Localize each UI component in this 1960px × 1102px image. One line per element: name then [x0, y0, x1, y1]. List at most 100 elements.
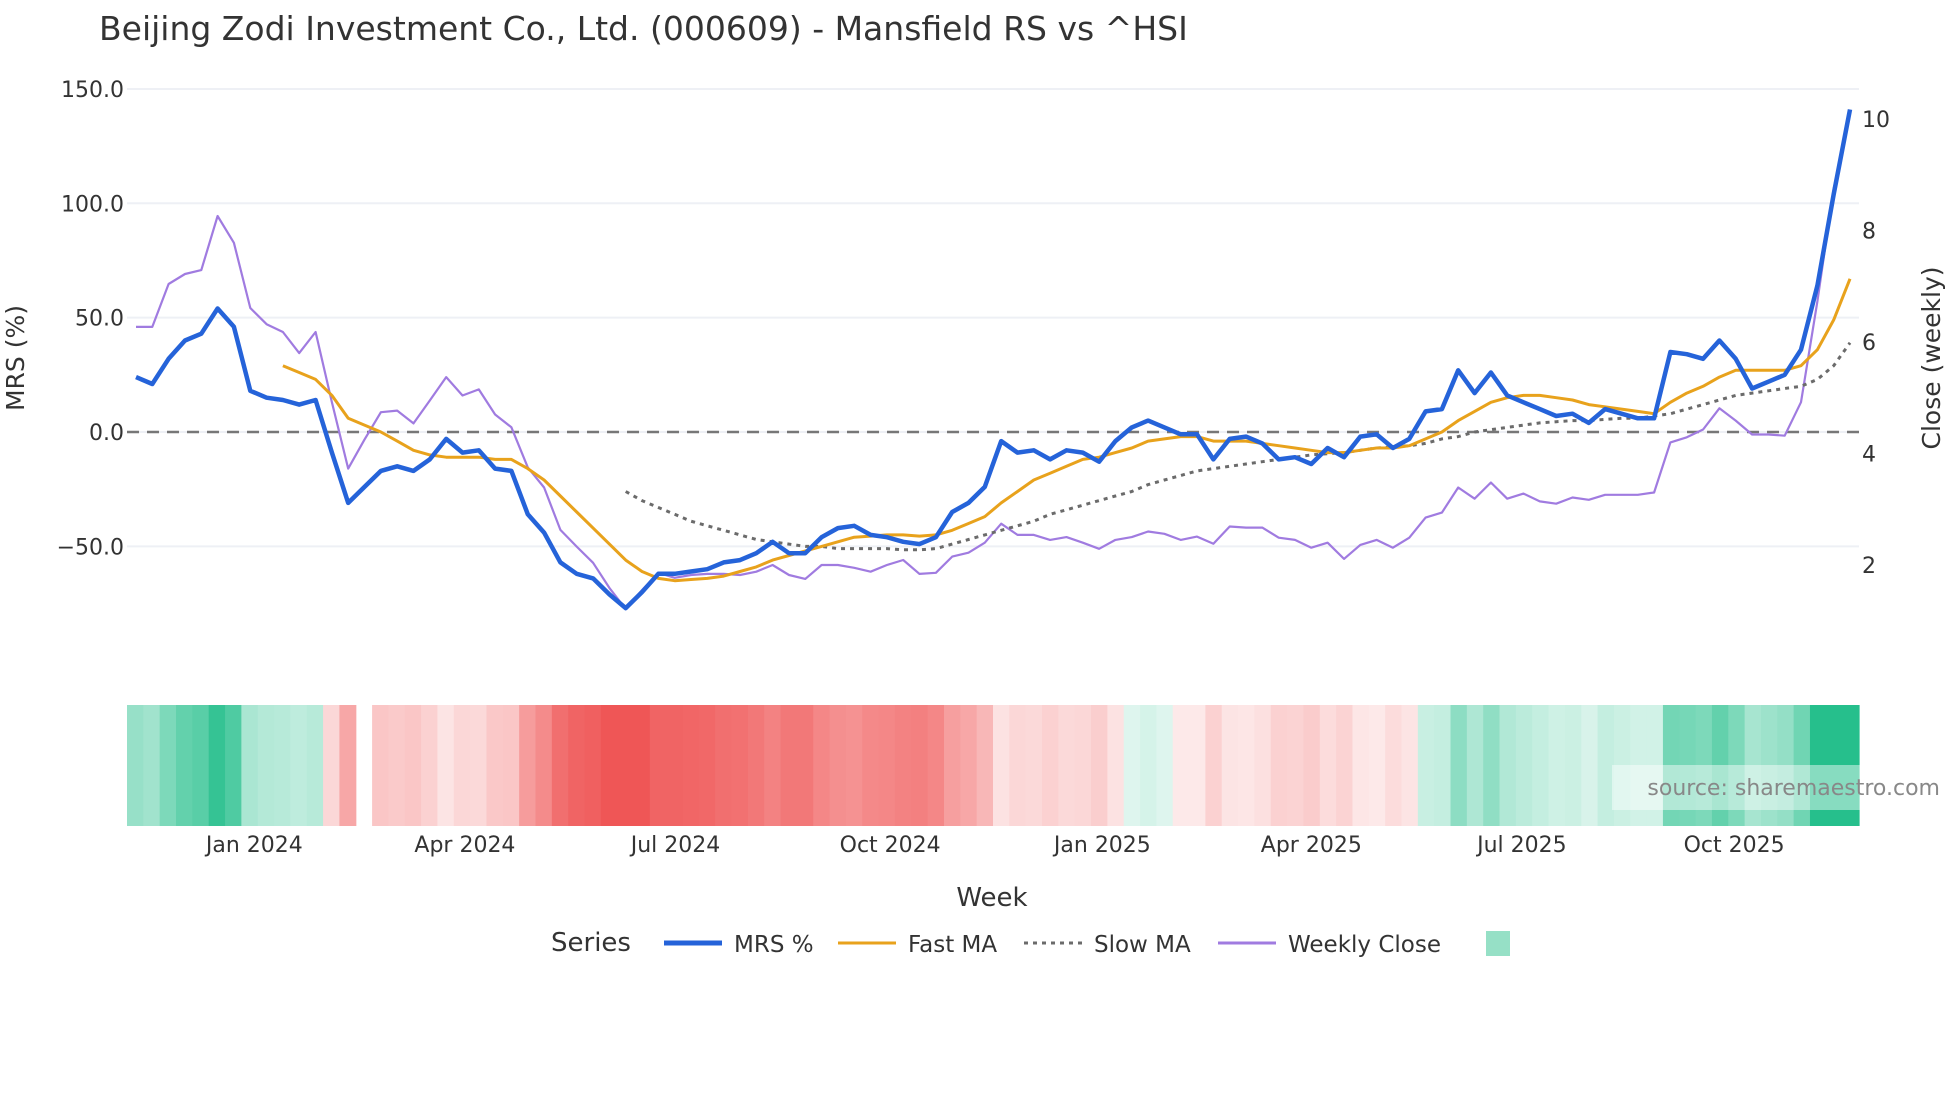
- heatmap-cell: [731, 705, 749, 826]
- heatmap-cell: [943, 705, 961, 826]
- heatmap-cell: [1303, 705, 1321, 826]
- heatmap-cell: [1352, 705, 1370, 826]
- heatmap-cell: [1401, 705, 1419, 826]
- series-lines: [135, 109, 1853, 611]
- heatmap-cell: [1058, 705, 1076, 826]
- legend-label: Fast MA: [908, 932, 997, 958]
- heatmap-cell: [1417, 705, 1435, 826]
- heatmap-cell: [1238, 705, 1256, 826]
- mansfield-rs-chart: Beijing Zodi Investment Co., Ltd. (00060…: [1, 9, 1946, 958]
- y2-axis-title: Close (weekly): [1917, 267, 1946, 450]
- heatmap-cell: [1450, 705, 1468, 826]
- heatmap-cell: [829, 705, 847, 826]
- heatmap-cell: [1009, 705, 1027, 826]
- heatmap-cell: [1025, 705, 1043, 826]
- heatmap-cell: [715, 705, 733, 826]
- heatmap-cell: [1564, 705, 1582, 826]
- heatmap-cell: [225, 705, 242, 826]
- heatmap-cell: [1140, 705, 1157, 826]
- x-axis-ticks: Jan 2024 Apr 2024 Jul 2024 Oct 2024 Jan 2025…: [204, 833, 1785, 858]
- heatmap-cell: [502, 705, 520, 826]
- heatmap-cell: [1532, 705, 1550, 826]
- y-tick-label: 100.0: [61, 192, 124, 217]
- x-axis-title: Week: [956, 883, 1027, 913]
- heatmap-cell: [1483, 705, 1501, 826]
- heatmap-cell: [192, 705, 210, 826]
- heatmap-cell: [1336, 705, 1354, 826]
- y2-tick-label: 10: [1862, 108, 1890, 133]
- heatmap-cell: [1368, 705, 1386, 826]
- legend: Series MRS % Fast MA Slow MA Weekly Close: [551, 928, 1510, 958]
- heatmap-cell: [1319, 705, 1337, 826]
- heatmap-cell: [1515, 705, 1533, 826]
- heatmap-cell: [1107, 705, 1125, 826]
- y2-tick-label: 4: [1862, 443, 1876, 468]
- legend-label: Weekly Close: [1288, 932, 1441, 958]
- heatmap-cell: [960, 705, 978, 826]
- heatmap-cell: [666, 705, 684, 826]
- heatmap-cell: [845, 705, 863, 826]
- heatmap-cell: [127, 705, 144, 826]
- heatmap-cell: [1189, 705, 1207, 826]
- heatmap-cell: [1074, 705, 1092, 826]
- heatmap-cell: [911, 705, 929, 826]
- heatmap-cell: [747, 705, 765, 826]
- heatmap-strip: [127, 705, 1942, 826]
- heatmap-cell: [894, 705, 912, 826]
- heatmap-cell: [1042, 705, 1059, 826]
- heatmap-cell: [486, 705, 504, 826]
- heatmap-cell: [290, 705, 308, 826]
- y2-tick-label: 2: [1862, 554, 1876, 579]
- y2-axis-ticks: 2 4 6 8 10: [1862, 108, 1890, 579]
- heatmap-cell: [584, 705, 602, 826]
- heatmap-cell: [1254, 705, 1272, 826]
- heatmap-cell: [470, 705, 488, 826]
- heatmap-cell: [257, 705, 275, 826]
- y-axis-ticks: −50.0 0.0 50.0 100.0 150.0: [57, 78, 124, 560]
- x-tick-label: Oct 2024: [840, 833, 941, 858]
- heatmap-cell: [1091, 705, 1108, 826]
- heatmap-cell: [388, 705, 406, 826]
- x-tick-label: Jan 2024: [204, 833, 303, 858]
- x-tick-label: Jan 2025: [1052, 833, 1151, 858]
- heatmap-cell: [682, 705, 700, 826]
- heatmap-cell: [453, 705, 471, 826]
- heatmap-cell: [927, 705, 945, 826]
- y2-tick-label: 8: [1862, 220, 1876, 245]
- heatmap-cell: [159, 705, 177, 826]
- heatmap-cell: [208, 705, 226, 826]
- legend-label: MRS %: [734, 932, 814, 958]
- heatmap-cell: [568, 705, 586, 826]
- heatmap-cell: [993, 705, 1010, 826]
- heatmap-cell: [1270, 705, 1288, 826]
- y-tick-label: 150.0: [61, 78, 124, 103]
- heatmap-cell: [813, 705, 831, 826]
- heatmap-cell: [551, 705, 569, 826]
- heatmap-cell: [1123, 705, 1141, 826]
- y-axis-title: MRS (%): [1, 305, 30, 411]
- heatmap-cell: [633, 705, 651, 826]
- heatmap-cell: [1172, 705, 1190, 826]
- heatmap-cell: [1499, 705, 1517, 826]
- heatmap-cell: [698, 705, 716, 826]
- heatmap-cell: [372, 705, 390, 826]
- x-tick-label: Oct 2025: [1684, 833, 1785, 858]
- heatmap-cell: [306, 705, 324, 826]
- x-tick-label: Jul 2024: [629, 833, 721, 858]
- y-tick-label: 50.0: [75, 307, 124, 332]
- x-tick-label: Apr 2024: [414, 833, 515, 858]
- heatmap-cell: [764, 705, 782, 826]
- heatmap-cell: [1205, 705, 1223, 826]
- series-line-weekly-close: [136, 113, 1852, 611]
- heatmap-cell: [649, 705, 667, 826]
- heatmap-cell: [421, 705, 439, 826]
- heatmap-cell: [339, 705, 357, 826]
- heatmap-cell: [274, 705, 291, 826]
- heatmap-cell: [780, 705, 798, 826]
- heatmap-cell: [862, 705, 880, 826]
- heatmap-cell: [1434, 705, 1452, 826]
- heatmap-cell: [404, 705, 422, 826]
- y-tick-label: −50.0: [57, 535, 124, 560]
- gridlines: [127, 87, 1859, 548]
- chart-title: Beijing Zodi Investment Co., Ltd. (00060…: [99, 9, 1188, 48]
